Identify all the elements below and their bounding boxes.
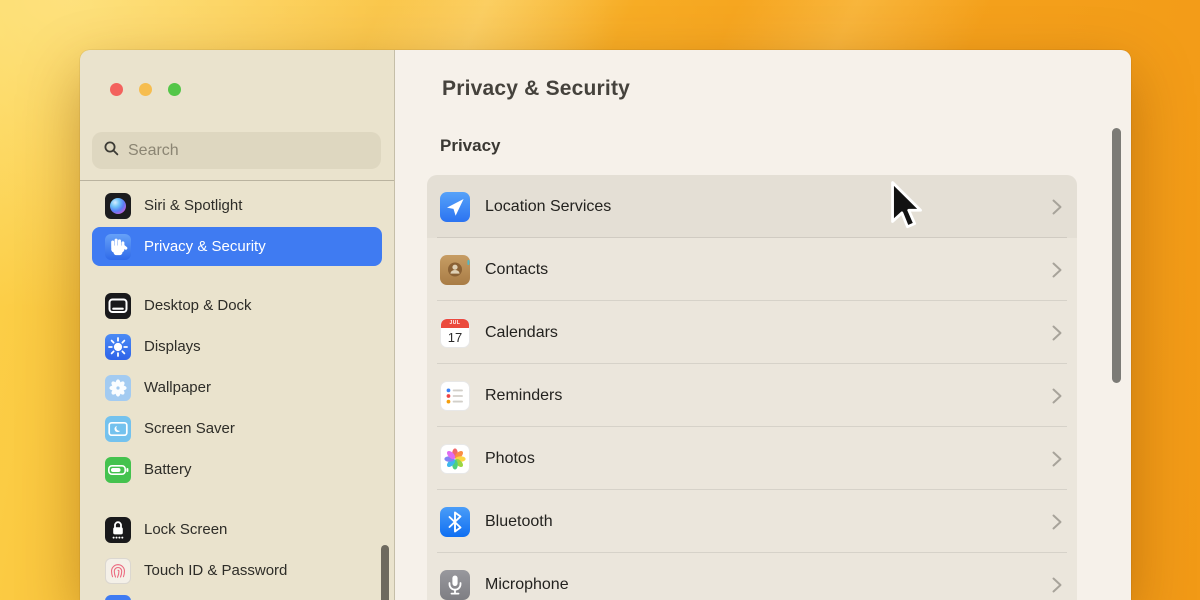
traffic-lights bbox=[110, 83, 181, 96]
sidebar-item-displays[interactable]: Displays bbox=[92, 326, 382, 367]
sidebar-item-label: Displays bbox=[144, 338, 201, 355]
siri-icon bbox=[105, 193, 131, 219]
sidebar-item-label: Desktop & Dock bbox=[144, 297, 252, 314]
sidebar-item-touch-id-password[interactable]: Touch ID & Password bbox=[92, 550, 382, 591]
sidebar-item-desktop-dock[interactable]: Desktop & Dock bbox=[92, 285, 382, 326]
contacts-icon bbox=[440, 255, 470, 285]
section-title-privacy: Privacy bbox=[440, 136, 501, 156]
sidebar: Search Siri & Spotlight bbox=[80, 50, 395, 600]
sidebar-list: Siri & Spotlight Pr bbox=[80, 181, 394, 600]
chevron-right-icon bbox=[1051, 323, 1063, 343]
system-settings-window: Search Siri & Spotlight bbox=[80, 50, 1131, 600]
sidebar-item-label: Privacy & Security bbox=[144, 238, 266, 255]
chevron-right-icon bbox=[1051, 197, 1063, 217]
row-label: Contacts bbox=[485, 261, 548, 279]
sidebar-item-siri-spotlight[interactable]: Siri & Spotlight bbox=[92, 185, 382, 226]
chevron-right-icon bbox=[1051, 260, 1063, 280]
privacy-hand-icon bbox=[105, 234, 131, 260]
sidebar-item-battery[interactable]: Battery bbox=[92, 449, 382, 490]
calendars-icon: JUL 17 bbox=[440, 318, 470, 348]
privacy-security-panel: Privacy & Security Privacy Location Serv… bbox=[395, 50, 1131, 600]
row-label: Calendars bbox=[485, 324, 558, 342]
calendar-day: 17 bbox=[441, 328, 469, 347]
row-label: Microphone bbox=[485, 576, 569, 594]
lock-icon bbox=[105, 517, 131, 543]
calendar-month: JUL bbox=[441, 319, 469, 328]
row-label: Bluetooth bbox=[485, 513, 553, 531]
row-microphone[interactable]: Microphone bbox=[427, 553, 1077, 600]
sidebar-header: Search bbox=[80, 50, 394, 181]
reminders-icon bbox=[440, 381, 470, 411]
photos-icon bbox=[440, 444, 470, 474]
desktop-dock-icon bbox=[105, 293, 131, 319]
chevron-right-icon bbox=[1051, 512, 1063, 532]
row-label: Reminders bbox=[485, 387, 562, 405]
chevron-right-icon bbox=[1051, 386, 1063, 406]
sidebar-item-label: Wallpaper bbox=[144, 379, 211, 396]
chevron-right-icon bbox=[1051, 449, 1063, 469]
bluetooth-icon bbox=[440, 507, 470, 537]
main-scrollbar[interactable] bbox=[1112, 128, 1121, 383]
microphone-icon bbox=[440, 570, 470, 600]
row-photos[interactable]: Photos bbox=[427, 427, 1077, 490]
row-label: Location Services bbox=[485, 198, 611, 216]
screen-saver-icon bbox=[105, 416, 131, 442]
sidebar-item-screen-saver[interactable]: Screen Saver bbox=[92, 408, 382, 449]
touch-id-icon bbox=[105, 558, 131, 584]
displays-sun-icon bbox=[105, 334, 131, 360]
sidebar-item-label: Touch ID & Password bbox=[144, 562, 287, 579]
sidebar-item-label: Siri & Spotlight bbox=[144, 197, 242, 214]
sidebar-item-privacy-security[interactable]: Privacy & Security bbox=[92, 227, 382, 266]
sidebar-item-label: Lock Screen bbox=[144, 521, 227, 538]
row-calendars[interactable]: JUL 17 Calendars bbox=[427, 301, 1077, 364]
sidebar-item-label: Battery bbox=[144, 461, 192, 478]
close-button[interactable] bbox=[110, 83, 123, 96]
privacy-settings-list: Location Services Contacts JUL 17 Calend… bbox=[427, 175, 1077, 600]
row-reminders[interactable]: Reminders bbox=[427, 364, 1077, 427]
chevron-right-icon bbox=[1051, 575, 1063, 595]
sidebar-item-lock-screen[interactable]: Lock Screen bbox=[92, 509, 382, 550]
users-groups-icon-partial bbox=[105, 595, 131, 600]
sidebar-scrollbar[interactable] bbox=[381, 545, 389, 600]
page-title: Privacy & Security bbox=[442, 77, 630, 101]
wallpaper-flower-icon bbox=[105, 375, 131, 401]
search-input[interactable]: Search bbox=[92, 132, 381, 169]
zoom-button[interactable] bbox=[168, 83, 181, 96]
search-placeholder: Search bbox=[128, 142, 179, 160]
sidebar-item-label: Screen Saver bbox=[144, 420, 235, 437]
row-bluetooth[interactable]: Bluetooth bbox=[427, 490, 1077, 553]
sidebar-item-wallpaper[interactable]: Wallpaper bbox=[92, 367, 382, 408]
location-services-icon bbox=[440, 192, 470, 222]
row-location-services[interactable]: Location Services bbox=[427, 175, 1077, 238]
row-contacts[interactable]: Contacts bbox=[427, 238, 1077, 301]
minimize-button[interactable] bbox=[139, 83, 152, 96]
row-label: Photos bbox=[485, 450, 535, 468]
battery-icon bbox=[105, 457, 131, 483]
search-icon bbox=[103, 140, 120, 162]
